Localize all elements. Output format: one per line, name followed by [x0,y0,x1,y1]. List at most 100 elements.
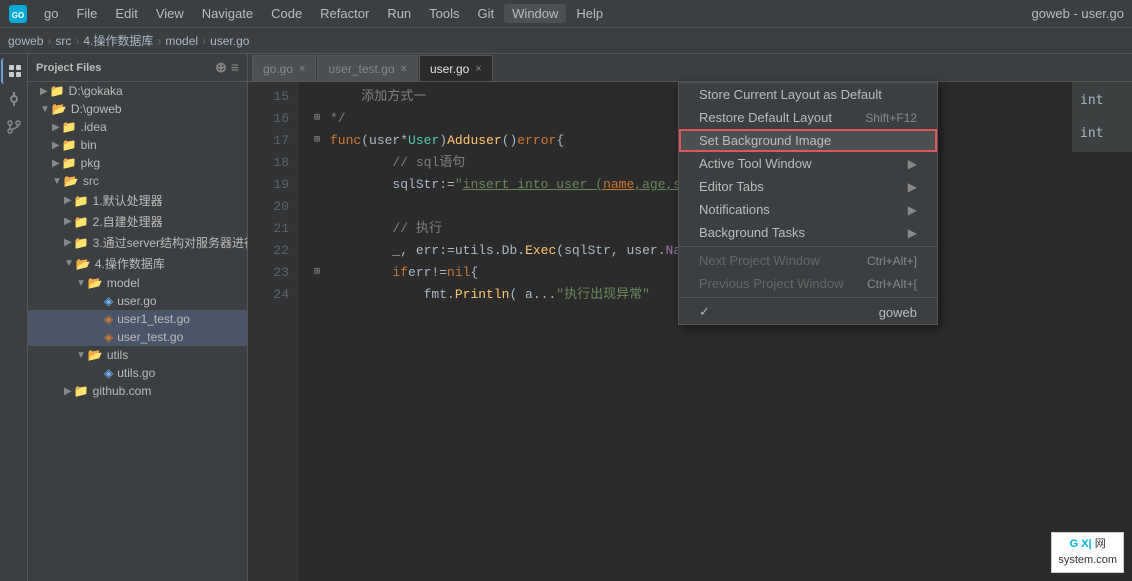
folder-icon: 📁 [62,120,77,134]
code-text: name [603,174,634,196]
arrow-right-icon: ▶ [908,157,917,171]
arrow-right-icon: ▶ [908,203,917,217]
arrow-icon: ▼ [76,278,86,289]
code-text: err [408,262,431,284]
menu-item-store-layout[interactable]: Store Current Layout as Default [679,83,937,106]
arrow-icon: ▶ [64,216,72,227]
go-file-icon: ◈ [104,366,113,380]
sidebar-header: Project Files ⊕ ≡ [28,54,247,82]
breadcrumb-model[interactable]: model [165,34,198,48]
menu-item-notifications[interactable]: Notifications ▶ [679,198,937,221]
tab-usertestgo[interactable]: user_test.go × [317,55,417,81]
menu-item-label: Next Project Window [699,253,820,268]
menu-item-shortcut: Ctrl+Alt+] [867,254,917,268]
tree-item-utilsgo[interactable]: ◈ utils.go [28,364,247,382]
menu-item-shortcut: Shift+F12 [865,111,917,125]
close-tab-icon[interactable]: × [401,63,407,75]
tree-item-usertestgo[interactable]: ◈ user_test.go [28,328,247,346]
breadcrumb-sep4: › [202,34,206,48]
tree-item-handler2[interactable]: ▶ 📁 2.自建处理器 [28,211,247,232]
menu-go[interactable]: go [36,4,66,23]
menu-item-prev-window[interactable]: Previous Project Window Ctrl+Alt+[ [679,272,937,295]
close-tab-icon[interactable]: × [475,63,481,75]
breadcrumb-sep3: › [157,34,161,48]
menu-navigate[interactable]: Navigate [194,4,261,23]
tree-item-handler1[interactable]: ▶ 📁 1.默认处理器 [28,190,247,211]
tree-item-model[interactable]: ▼ 📂 model [28,274,247,292]
menu-code[interactable]: Code [263,4,310,23]
menu-item-restore-layout[interactable]: Restore Default Layout Shift+F12 [679,106,937,129]
code-text: . [447,284,455,306]
activity-bar [0,54,28,581]
tree-item-usergo[interactable]: ◈ user.go [28,292,247,310]
menu-item-background-tasks[interactable]: Background Tasks ▶ [679,221,937,244]
menu-item-next-window[interactable]: Next Project Window Ctrl+Alt+] [679,249,937,272]
title-bar: GO go File Edit View Navigate Code Refac… [0,0,1132,28]
tab-usergo[interactable]: user.go × [419,55,493,81]
window-dropdown-menu: Store Current Layout as Default Restore … [678,82,938,325]
tab-gogo[interactable]: go.go × [252,55,316,81]
tab-label: user_test.go [328,62,394,76]
activity-pullrequests[interactable] [1,114,27,140]
tabs-bar: go.go × user_test.go × user.go × [248,54,1132,82]
menu-refactor[interactable]: Refactor [312,4,377,23]
code-text: := [439,174,455,196]
folder-icon: 📂 [76,257,91,271]
tree-item-github[interactable]: ▶ 📁 github.com [28,382,247,400]
menu-git[interactable]: Git [470,4,503,23]
code-text: . [494,240,502,262]
menu-item-label: Previous Project Window [699,276,844,291]
tree-label: user.go [117,294,156,308]
menu-window[interactable]: Window [504,4,566,23]
folder-icon: 📁 [62,138,77,152]
activity-project[interactable] [1,58,27,84]
menu-item-active-tool[interactable]: Active Tool Window ▶ [679,152,937,175]
folder-icon: 📁 [62,156,77,170]
collapse-icon[interactable]: ≡ [231,59,239,76]
tab-label: go.go [263,62,293,76]
code-text: 添加方式一 [330,86,426,108]
code-text: // sql语句 [330,152,465,174]
go-test-icon: ◈ [104,330,113,344]
add-icon[interactable]: ⊕ [215,59,227,76]
menu-item-goweb[interactable]: ✓ goweb [679,300,937,324]
menu-item-shortcut: Ctrl+Alt+[ [867,277,917,291]
arrow-right-icon: ▶ [908,180,917,194]
menu-file[interactable]: File [68,4,105,23]
tree-item-gokaka[interactable]: ▶ 📁 D:\gokaka [28,82,247,100]
svg-text:GO: GO [12,11,24,20]
tree-item-server[interactable]: ▶ 📁 3.通过server结构对服务器进行配置 [28,232,247,253]
tree-item-user1testgo[interactable]: ◈ user1_test.go [28,310,247,328]
menu-view[interactable]: View [148,4,192,23]
menu-help[interactable]: Help [568,4,611,23]
code-text: ) [439,130,447,152]
tree-item-db[interactable]: ▼ 📂 4.操作数据库 [28,253,247,274]
tree-label: 2.自建处理器 [93,213,163,230]
tree-item-idea[interactable]: ▶ 📁 .idea [28,118,247,136]
close-tab-icon[interactable]: × [299,63,305,75]
menu-bar: go File Edit View Navigate Code Refactor… [36,4,1031,23]
menu-item-set-background[interactable]: Set Background Image [679,129,937,152]
arrow-icon: ▶ [40,86,48,97]
code-text: (sqlStr, user. [556,240,665,262]
breadcrumb-file[interactable]: user.go [210,34,249,48]
tree-label: user_test.go [117,330,183,344]
folder-icon: 📂 [52,102,67,116]
tree-item-bin[interactable]: ▶ 📁 bin [28,136,247,154]
tree-item-pkg[interactable]: ▶ 📁 pkg [28,154,247,172]
int-highlight-area: int int [1072,82,1132,152]
breadcrumb-db[interactable]: 4.操作数据库 [83,32,153,49]
tree-item-src[interactable]: ▼ 📂 src [28,172,247,190]
sidebar-header-icons: ⊕ ≡ [215,59,239,76]
tree-item-utils[interactable]: ▼ 📂 utils [28,346,247,364]
menu-item-editor-tabs[interactable]: Editor Tabs ▶ [679,175,937,198]
activity-commit[interactable] [1,86,27,112]
tree-item-goweb[interactable]: ▼ 📂 D:\goweb [28,100,247,118]
breadcrumb-src[interactable]: src [55,34,71,48]
menu-tools[interactable]: Tools [421,4,467,23]
menu-run[interactable]: Run [379,4,419,23]
code-text: { [470,262,478,284]
menu-edit[interactable]: Edit [107,4,145,23]
breadcrumb-goweb[interactable]: goweb [8,34,43,48]
arrow-icon: ▼ [40,104,50,115]
